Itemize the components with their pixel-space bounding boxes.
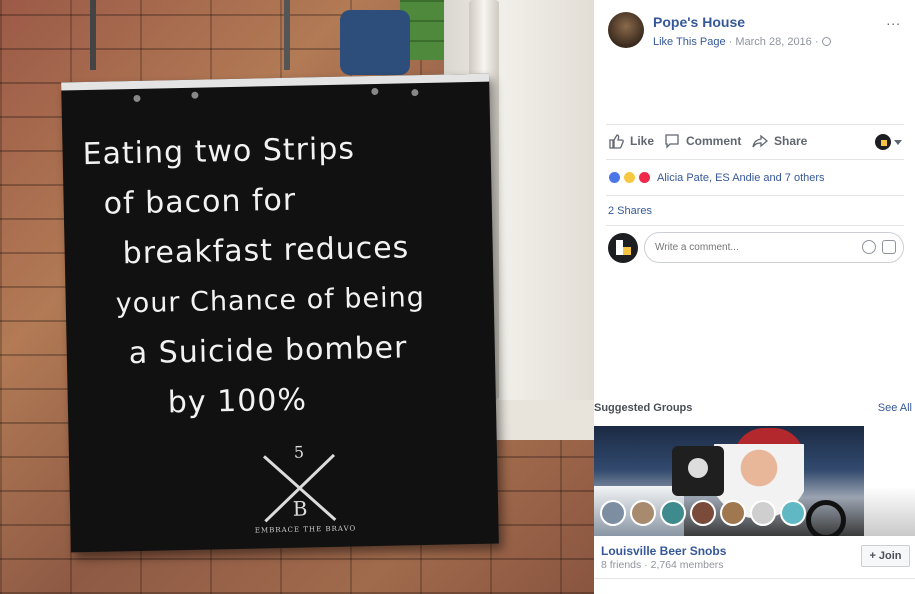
- post-date[interactable]: March 28, 2016: [735, 36, 811, 48]
- group-meta: 8 friends · 2,764 members: [601, 559, 724, 571]
- like-label: Like: [630, 134, 655, 148]
- facebook-photo-viewer: Eating two Strips of bacon for breakfast…: [0, 0, 915, 594]
- screw-icon: [191, 91, 199, 99]
- page-name-link[interactable]: Pope's House: [653, 14, 745, 30]
- logo-number: 5: [294, 443, 305, 462]
- action-bar: Like Comment Share: [606, 124, 904, 160]
- shares-link[interactable]: 2 Shares: [608, 205, 652, 217]
- chalk-line: Eating two Strips: [82, 131, 356, 173]
- screw-icon: [411, 89, 419, 97]
- chalk-text: Eating two Strips of bacon for breakfast…: [82, 122, 478, 430]
- user-avatar: [875, 134, 891, 150]
- member-avatar[interactable]: [720, 500, 746, 526]
- comment-button[interactable]: Comment: [664, 133, 741, 149]
- comment-tools: [862, 240, 896, 254]
- meta-separator: ·: [811, 36, 822, 48]
- member-avatar[interactable]: [600, 500, 626, 526]
- group-name-link[interactable]: Louisville Beer Snobs: [601, 544, 726, 558]
- screw-icon: [371, 87, 379, 96]
- globe-icon: [821, 37, 831, 46]
- divider: [606, 195, 904, 196]
- crossed-rifles-logo-icon: 5 B: [263, 443, 337, 523]
- chalk-line: breakfast reduces: [122, 230, 410, 272]
- love-reaction-icon: [638, 171, 651, 184]
- member-avatar[interactable]: [780, 500, 806, 526]
- comment-icon: [665, 134, 679, 149]
- group-cover-edge: [864, 426, 915, 536]
- more-options-button[interactable]: ...: [886, 12, 901, 28]
- suggested-groups-title: Suggested Groups: [594, 402, 693, 414]
- chalkboard-sign: Eating two Strips of bacon for breakfast…: [61, 73, 499, 553]
- logo-letter: B: [292, 496, 307, 520]
- share-label: Share: [774, 134, 808, 148]
- beer-mug: [672, 446, 724, 496]
- posting-as-selector[interactable]: [875, 134, 902, 150]
- post-meta: Like This Page · March 28, 2016 ·: [653, 36, 831, 48]
- chalk-line: by 100%: [167, 382, 308, 421]
- haha-reaction-icon: [623, 171, 636, 184]
- see-all-link[interactable]: See All: [878, 402, 912, 414]
- plus-icon: +: [869, 550, 876, 562]
- comment-label: Comment: [686, 134, 742, 148]
- join-label: Join: [878, 550, 902, 562]
- sticker-icon[interactable]: [882, 240, 896, 254]
- emoji-icon[interactable]: [862, 240, 876, 254]
- share-icon: [752, 134, 768, 148]
- share-button[interactable]: Share: [752, 133, 807, 149]
- chevron-down-icon: [894, 139, 902, 145]
- reactions-summary[interactable]: Alicia Pate, ES Andie and 7 others: [608, 171, 825, 184]
- chalk-line: a Suicide bomber: [128, 330, 408, 372]
- reactions-text[interactable]: Alicia Pate, ES Andie and 7 others: [657, 172, 825, 184]
- meta-separator: ·: [725, 36, 736, 48]
- chair-legs: [90, 0, 290, 70]
- join-group-button[interactable]: + Join: [861, 545, 910, 567]
- member-avatar[interactable]: [660, 500, 686, 526]
- divider: [594, 578, 915, 579]
- member-avatars: [600, 500, 806, 526]
- like-reaction-icon: [608, 171, 621, 184]
- post-side-panel: Pope's House Like This Page · March 28, …: [594, 0, 915, 594]
- steering-wheel: [806, 500, 846, 536]
- member-avatar[interactable]: [750, 500, 776, 526]
- member-avatar[interactable]: [630, 500, 656, 526]
- page-avatar[interactable]: [608, 12, 644, 48]
- suggested-groups-header: Suggested Groups See All: [594, 402, 915, 424]
- post-photo[interactable]: Eating two Strips of bacon for breakfast…: [0, 0, 594, 594]
- like-button[interactable]: Like: [608, 133, 654, 149]
- chalk-line: of bacon for: [103, 182, 297, 222]
- blue-bag: [340, 10, 410, 75]
- user-avatar: [608, 233, 638, 263]
- thumbs-up-icon: [609, 134, 624, 149]
- like-page-link[interactable]: Like This Page: [653, 36, 726, 48]
- member-avatar[interactable]: [690, 500, 716, 526]
- chalk-line: your Chance of being: [115, 281, 426, 320]
- divider: [606, 225, 904, 226]
- screw-icon: [133, 94, 141, 103]
- comment-composer: [608, 232, 904, 264]
